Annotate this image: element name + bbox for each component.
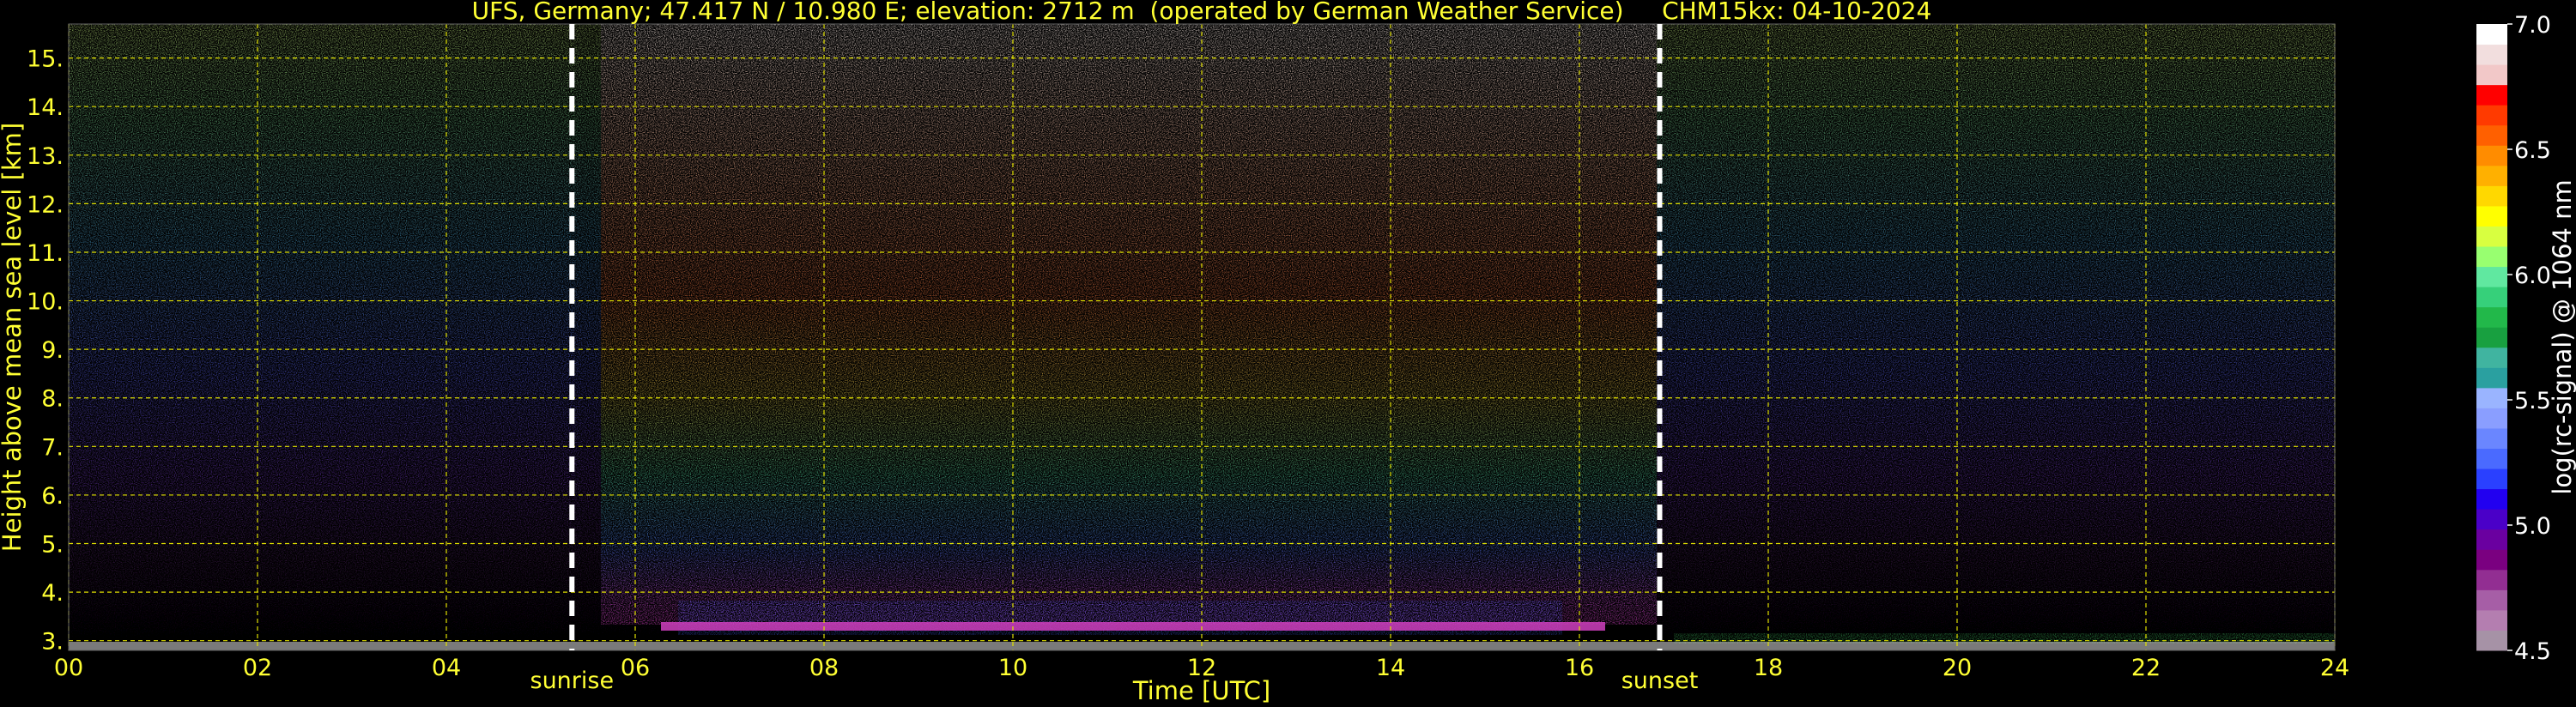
x-axis-label: Time [UTC]	[1132, 676, 1270, 705]
colorbar-segment	[2476, 306, 2507, 328]
colorbar-segment	[2476, 287, 2507, 308]
y-tick-labels: 3. 4. 5. 6. 7. 8. 9. 10. 11. 12. 13. 14. 15.	[27, 46, 64, 656]
night-signal-right	[1657, 24, 2335, 650]
x-tick-label: 24	[2320, 655, 2349, 681]
colorbar-segment	[2476, 64, 2507, 86]
x-tick-label: 00	[54, 655, 83, 681]
colorbar-tick-label: 4.5	[2514, 638, 2551, 665]
colorbar-segment	[2476, 124, 2507, 146]
colorbar-segment	[2476, 165, 2507, 186]
chart-title: UFS, Germany; 47.417 N / 10.980 E; eleva…	[472, 0, 1932, 25]
colorbar-segment	[2476, 569, 2507, 590]
x-tick-label: 04	[432, 655, 461, 681]
colorbar-segment	[2476, 205, 2507, 227]
y-tick-label: 3.	[41, 629, 64, 656]
colorbar-segment	[2476, 427, 2507, 450]
colorbar-segment	[2476, 367, 2507, 389]
y-tick-label: 11.	[27, 240, 64, 267]
y-tick-label: 8.	[41, 386, 64, 413]
colorbar-segment	[2476, 630, 2507, 651]
colorbar-segment	[2476, 509, 2507, 530]
y-tick-label: 9.	[41, 337, 64, 364]
colorbar-segment	[2476, 609, 2507, 631]
colorbar-segment	[2476, 24, 2507, 45]
colorbar-tick-label: 7.0	[2514, 12, 2551, 39]
y-tick-label: 6.	[41, 483, 64, 510]
colorbar-segment	[2476, 529, 2507, 550]
colorbar-segment	[2476, 44, 2507, 65]
colorbar-segment	[2476, 246, 2507, 268]
colorbar-segment	[2476, 549, 2507, 571]
y-axis-label: Height above mean sea level [km]	[0, 123, 27, 552]
colorbar-segment	[2476, 145, 2507, 166]
colorbar-label: log(rc-signal) @ 1064 nm	[2548, 179, 2576, 494]
colorbar-tick-label: 5.0	[2514, 513, 2551, 540]
ceilometer-chart: sunrise sunset 00 02 04 06 08 10 12 14 16 18 20 22 24…	[0, 0, 2576, 705]
x-tick-label: 08	[809, 655, 839, 681]
boundary-layer-top	[661, 622, 1605, 631]
x-tick-label: 02	[243, 655, 272, 681]
colorbar-segment	[2476, 226, 2507, 247]
x-tick-label: 18	[1754, 655, 1783, 681]
colorbar-tick-label: 6.0	[2514, 263, 2551, 289]
colorbar-tick-label: 5.5	[2514, 388, 2551, 414]
colorbar-segment	[2476, 448, 2507, 469]
day-signal	[601, 24, 1657, 625]
colorbar-segment	[2476, 84, 2507, 106]
colorbar-segment	[2476, 327, 2507, 348]
colorbar-segment	[2476, 347, 2507, 368]
sunset-label: sunset	[1621, 668, 1699, 694]
y-tick-label: 10.	[27, 289, 64, 316]
y-tick-label: 15.	[27, 46, 64, 73]
y-tick-label: 5.	[41, 532, 64, 559]
y-tick-label: 14.	[27, 94, 64, 121]
x-tick-label: 10	[998, 655, 1027, 681]
x-tick-label: 06	[621, 655, 650, 681]
x-tick-label: 22	[2131, 655, 2161, 681]
colorbar-segment	[2476, 105, 2507, 126]
x-tick-label: 20	[1943, 655, 1972, 681]
y-tick-label: 7.	[41, 434, 64, 461]
colorbar-segment	[2476, 408, 2507, 429]
x-tick-label: 14	[1376, 655, 1405, 681]
y-tick-label: 4.	[41, 580, 64, 607]
colorbar-segment	[2476, 468, 2507, 490]
colorbar-tick-label: 6.5	[2514, 137, 2551, 164]
colorbar-segment	[2476, 387, 2507, 408]
colorbar-segment	[2476, 266, 2507, 287]
sunrise-label: sunrise	[530, 668, 615, 694]
colorbar-tick-labels: 7.0 6.5 6.0 5.5 5.0 4.5	[2507, 12, 2551, 665]
night-signal-left	[69, 24, 575, 650]
colorbar-segment	[2476, 589, 2507, 611]
x-tick-label: 16	[1565, 655, 1594, 681]
colorbar-segment	[2476, 488, 2507, 510]
colorbar-segment	[2476, 185, 2507, 207]
y-tick-label: 12.	[27, 191, 64, 218]
y-tick-label: 13.	[27, 143, 64, 170]
colorbar	[2476, 24, 2507, 651]
